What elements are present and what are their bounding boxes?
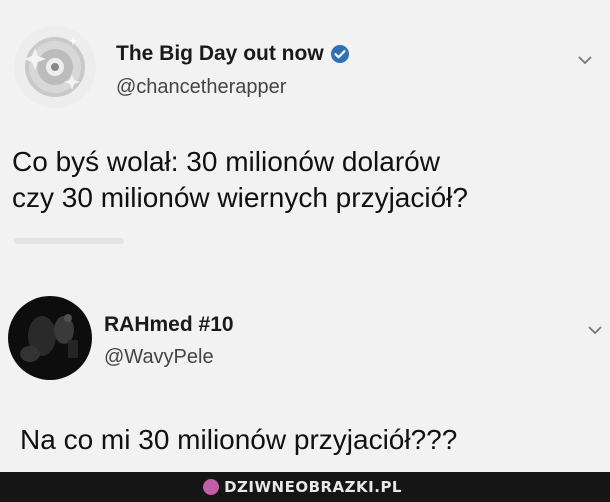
- tweet-text-line: Na co mi 30 milionów przyjaciół???: [20, 424, 458, 455]
- footer-bar: DZIWNEOBRAZKI.PL: [0, 472, 610, 502]
- dark-photo-icon: [8, 296, 92, 380]
- brand-text: DZIWNEOBRAZKI.PL: [224, 478, 402, 496]
- tweet-text-line: czy 30 milionów wiernych przyjaciół?: [12, 182, 468, 213]
- display-name[interactable]: The Big Day out now: [116, 42, 324, 66]
- tweet-text: Na co mi 30 milionów przyjaciół???: [20, 422, 457, 458]
- tweet-2: RAHmed #10 @WavyPele Na co mi 30 milionó…: [0, 250, 610, 472]
- display-name[interactable]: RAHmed #10: [104, 313, 234, 337]
- tweet-1: The Big Day out now @chancetherapper Co …: [0, 0, 610, 250]
- brand-logo-icon: [203, 479, 220, 495]
- faded-text-placeholder: [14, 238, 124, 244]
- handle[interactable]: @chancetherapper: [116, 76, 286, 99]
- tweet-text-line: Co byś wolał: 30 milionów dolarów: [12, 146, 440, 177]
- cd-disc-icon: [14, 26, 96, 108]
- tweet-text: Co byś wolał: 30 milionów dolarów czy 30…: [12, 144, 468, 216]
- verified-badge-icon: [330, 44, 350, 64]
- handle[interactable]: @WavyPele: [104, 346, 214, 369]
- brand-watermark[interactable]: DZIWNEOBRAZKI.PL: [203, 478, 402, 496]
- avatar[interactable]: [14, 26, 96, 108]
- avatar[interactable]: [8, 296, 92, 380]
- chevron-down-icon[interactable]: [586, 324, 604, 336]
- chevron-down-icon[interactable]: [576, 54, 594, 66]
